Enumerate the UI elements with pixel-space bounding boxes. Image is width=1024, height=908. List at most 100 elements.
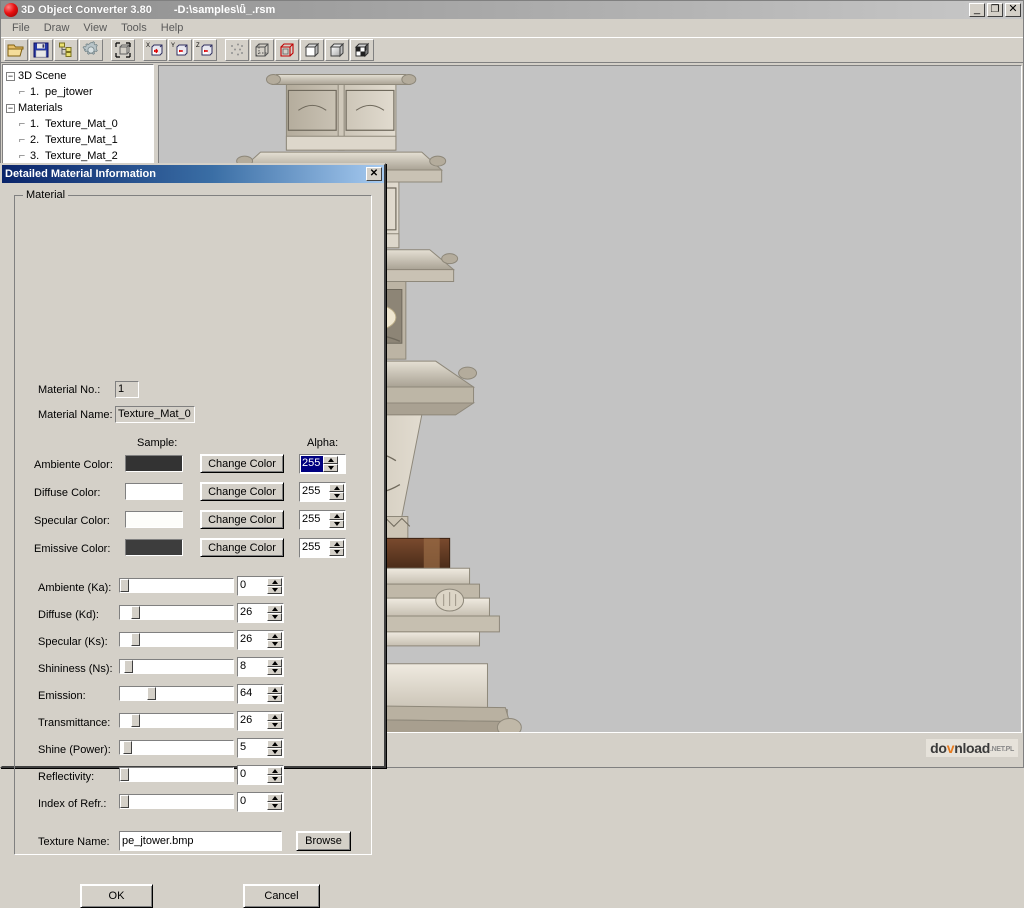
spinner-down-button[interactable] — [267, 694, 282, 702]
reflectivity-slider[interactable] — [119, 767, 234, 782]
spinner-value[interactable]: 26 — [238, 604, 267, 622]
spinner-value[interactable]: 64 — [238, 685, 267, 703]
render-smooth-button[interactable] — [325, 39, 349, 61]
reflectivity-spinner[interactable]: 0 — [237, 765, 284, 785]
ambiente-change-color-button[interactable]: Change Color — [200, 454, 284, 473]
spinner-down-button[interactable] — [267, 721, 282, 729]
specular-alpha-spinner[interactable]: 255 — [299, 510, 346, 530]
diffuse-alpha-spinner[interactable]: 255 — [299, 482, 346, 502]
tree-item-texture-mat-2[interactable]: ⌐ 3. Texture_Mat_2 — [6, 148, 153, 164]
spinner-value[interactable]: 8 — [238, 658, 267, 676]
spinner-down-button[interactable] — [267, 802, 282, 810]
spinner-down-button[interactable] — [329, 492, 344, 500]
slider-thumb[interactable] — [120, 768, 129, 781]
expander-icon[interactable]: − — [6, 104, 15, 113]
ambiente-ka-spinner[interactable]: 0 — [237, 576, 284, 596]
menu-item-view[interactable]: View — [76, 21, 114, 35]
menu-item-draw[interactable]: Draw — [37, 21, 77, 35]
spinner-up-button[interactable] — [267, 686, 282, 694]
tree-item-texture-mat-1[interactable]: ⌐ 2. Texture_Mat_1 — [6, 132, 153, 148]
material-no-field[interactable]: 1 — [115, 381, 139, 398]
expander-icon[interactable]: − — [6, 72, 15, 81]
open-file-button[interactable] — [4, 39, 28, 61]
spinner-value[interactable]: 26 — [238, 631, 267, 649]
diffuse-kd-spinner[interactable]: 26 — [237, 603, 284, 623]
tree-item-materials[interactable]: − Materials — [6, 100, 153, 116]
rotate-z-button[interactable]: Z — [193, 39, 217, 61]
spinner-up-button[interactable] — [267, 713, 282, 721]
spinner-value[interactable]: 26 — [238, 712, 267, 730]
spinner-up-button[interactable] — [329, 484, 344, 492]
menu-item-file[interactable]: File — [5, 21, 37, 35]
spinner-value[interactable]: 5 — [238, 739, 267, 757]
save-file-button[interactable] — [29, 39, 53, 61]
shine-power-slider[interactable] — [119, 740, 234, 755]
ambiente-alpha-spinner[interactable]: 255 — [299, 454, 346, 474]
material-name-field[interactable]: Texture_Mat_0 — [115, 406, 195, 423]
index-of-refraction-spinner[interactable]: 0 — [237, 792, 284, 812]
spinner-up-button[interactable] — [329, 512, 344, 520]
menu-item-tools[interactable]: Tools — [114, 21, 154, 35]
slider-thumb[interactable] — [124, 660, 133, 673]
slider-thumb[interactable] — [147, 687, 156, 700]
render-wireframe-button[interactable] — [250, 39, 274, 61]
slider-thumb[interactable] — [131, 633, 140, 646]
maximize-button[interactable]: ❐ — [987, 3, 1003, 17]
transmittance-spinner[interactable]: 26 — [237, 711, 284, 731]
spinner-down-button[interactable] — [323, 464, 338, 472]
spinner-value[interactable]: 0 — [238, 793, 267, 811]
diffuse-change-color-button[interactable]: Change Color — [200, 482, 284, 501]
cancel-button[interactable]: Cancel — [243, 884, 320, 908]
spinner-down-button[interactable] — [267, 640, 282, 648]
spinner-down-button[interactable] — [267, 613, 282, 621]
ok-button[interactable]: OK — [80, 884, 153, 908]
browse-button[interactable]: Browse — [296, 831, 351, 851]
spinner-up-button[interactable] — [267, 578, 282, 586]
slider-thumb[interactable] — [131, 606, 140, 619]
slider-thumb[interactable] — [123, 741, 132, 754]
render-hiddenline-button[interactable] — [275, 39, 299, 61]
emission-slider[interactable] — [119, 686, 234, 701]
spinner-down-button[interactable] — [267, 667, 282, 675]
specular-ks-spinner[interactable]: 26 — [237, 630, 284, 650]
render-points-button[interactable] — [225, 39, 249, 61]
spinner-up-button[interactable] — [267, 740, 282, 748]
shininess-ns-spinner[interactable]: 8 — [237, 657, 284, 677]
bounding-box-button[interactable] — [111, 39, 135, 61]
emissive-change-color-button[interactable]: Change Color — [200, 538, 284, 557]
rotate-x-button[interactable]: X — [143, 39, 167, 61]
specular-ks-slider[interactable] — [119, 632, 234, 647]
spinner-down-button[interactable] — [329, 548, 344, 556]
slider-thumb[interactable] — [120, 579, 129, 592]
tree-item-3d-scene[interactable]: − 3D Scene — [6, 68, 153, 84]
render-flat-button[interactable] — [300, 39, 324, 61]
spinner-up-button[interactable] — [329, 540, 344, 548]
tree-item-pe-jtower[interactable]: ⌐ 1. pe_jtower — [6, 84, 153, 100]
spinner-value[interactable]: 255 — [300, 511, 329, 529]
render-textured-button[interactable] — [350, 39, 374, 61]
dialog-close-button[interactable]: ✕ — [366, 167, 382, 181]
tree-item-texture-mat-0[interactable]: ⌐ 1. Texture_Mat_0 — [6, 116, 153, 132]
diffuse-kd-slider[interactable] — [119, 605, 234, 620]
spinner-up-button[interactable] — [267, 632, 282, 640]
scene-tree-button[interactable] — [54, 39, 78, 61]
settings-button[interactable] — [79, 39, 103, 61]
spinner-value[interactable]: 255 — [300, 539, 329, 557]
menu-item-help[interactable]: Help — [154, 21, 191, 35]
shine-power-spinner[interactable]: 5 — [237, 738, 284, 758]
spinner-value[interactable]: 0 — [238, 577, 267, 595]
spinner-down-button[interactable] — [267, 748, 282, 756]
texture-name-field[interactable]: pe_jtower.bmp — [119, 831, 282, 851]
slider-thumb[interactable] — [120, 795, 129, 808]
ambiente-ka-slider[interactable] — [119, 578, 234, 593]
spinner-value[interactable]: 255 — [300, 483, 329, 501]
slider-thumb[interactable] — [131, 714, 140, 727]
spinner-value[interactable]: 255 — [301, 456, 323, 472]
spinner-up-button[interactable] — [267, 605, 282, 613]
minimize-button[interactable]: _ — [969, 3, 985, 17]
rotate-y-button[interactable]: Y — [168, 39, 192, 61]
spinner-up-button[interactable] — [267, 659, 282, 667]
shininess-ns-slider[interactable] — [119, 659, 234, 674]
spinner-up-button[interactable] — [267, 794, 282, 802]
spinner-value[interactable]: 0 — [238, 766, 267, 784]
